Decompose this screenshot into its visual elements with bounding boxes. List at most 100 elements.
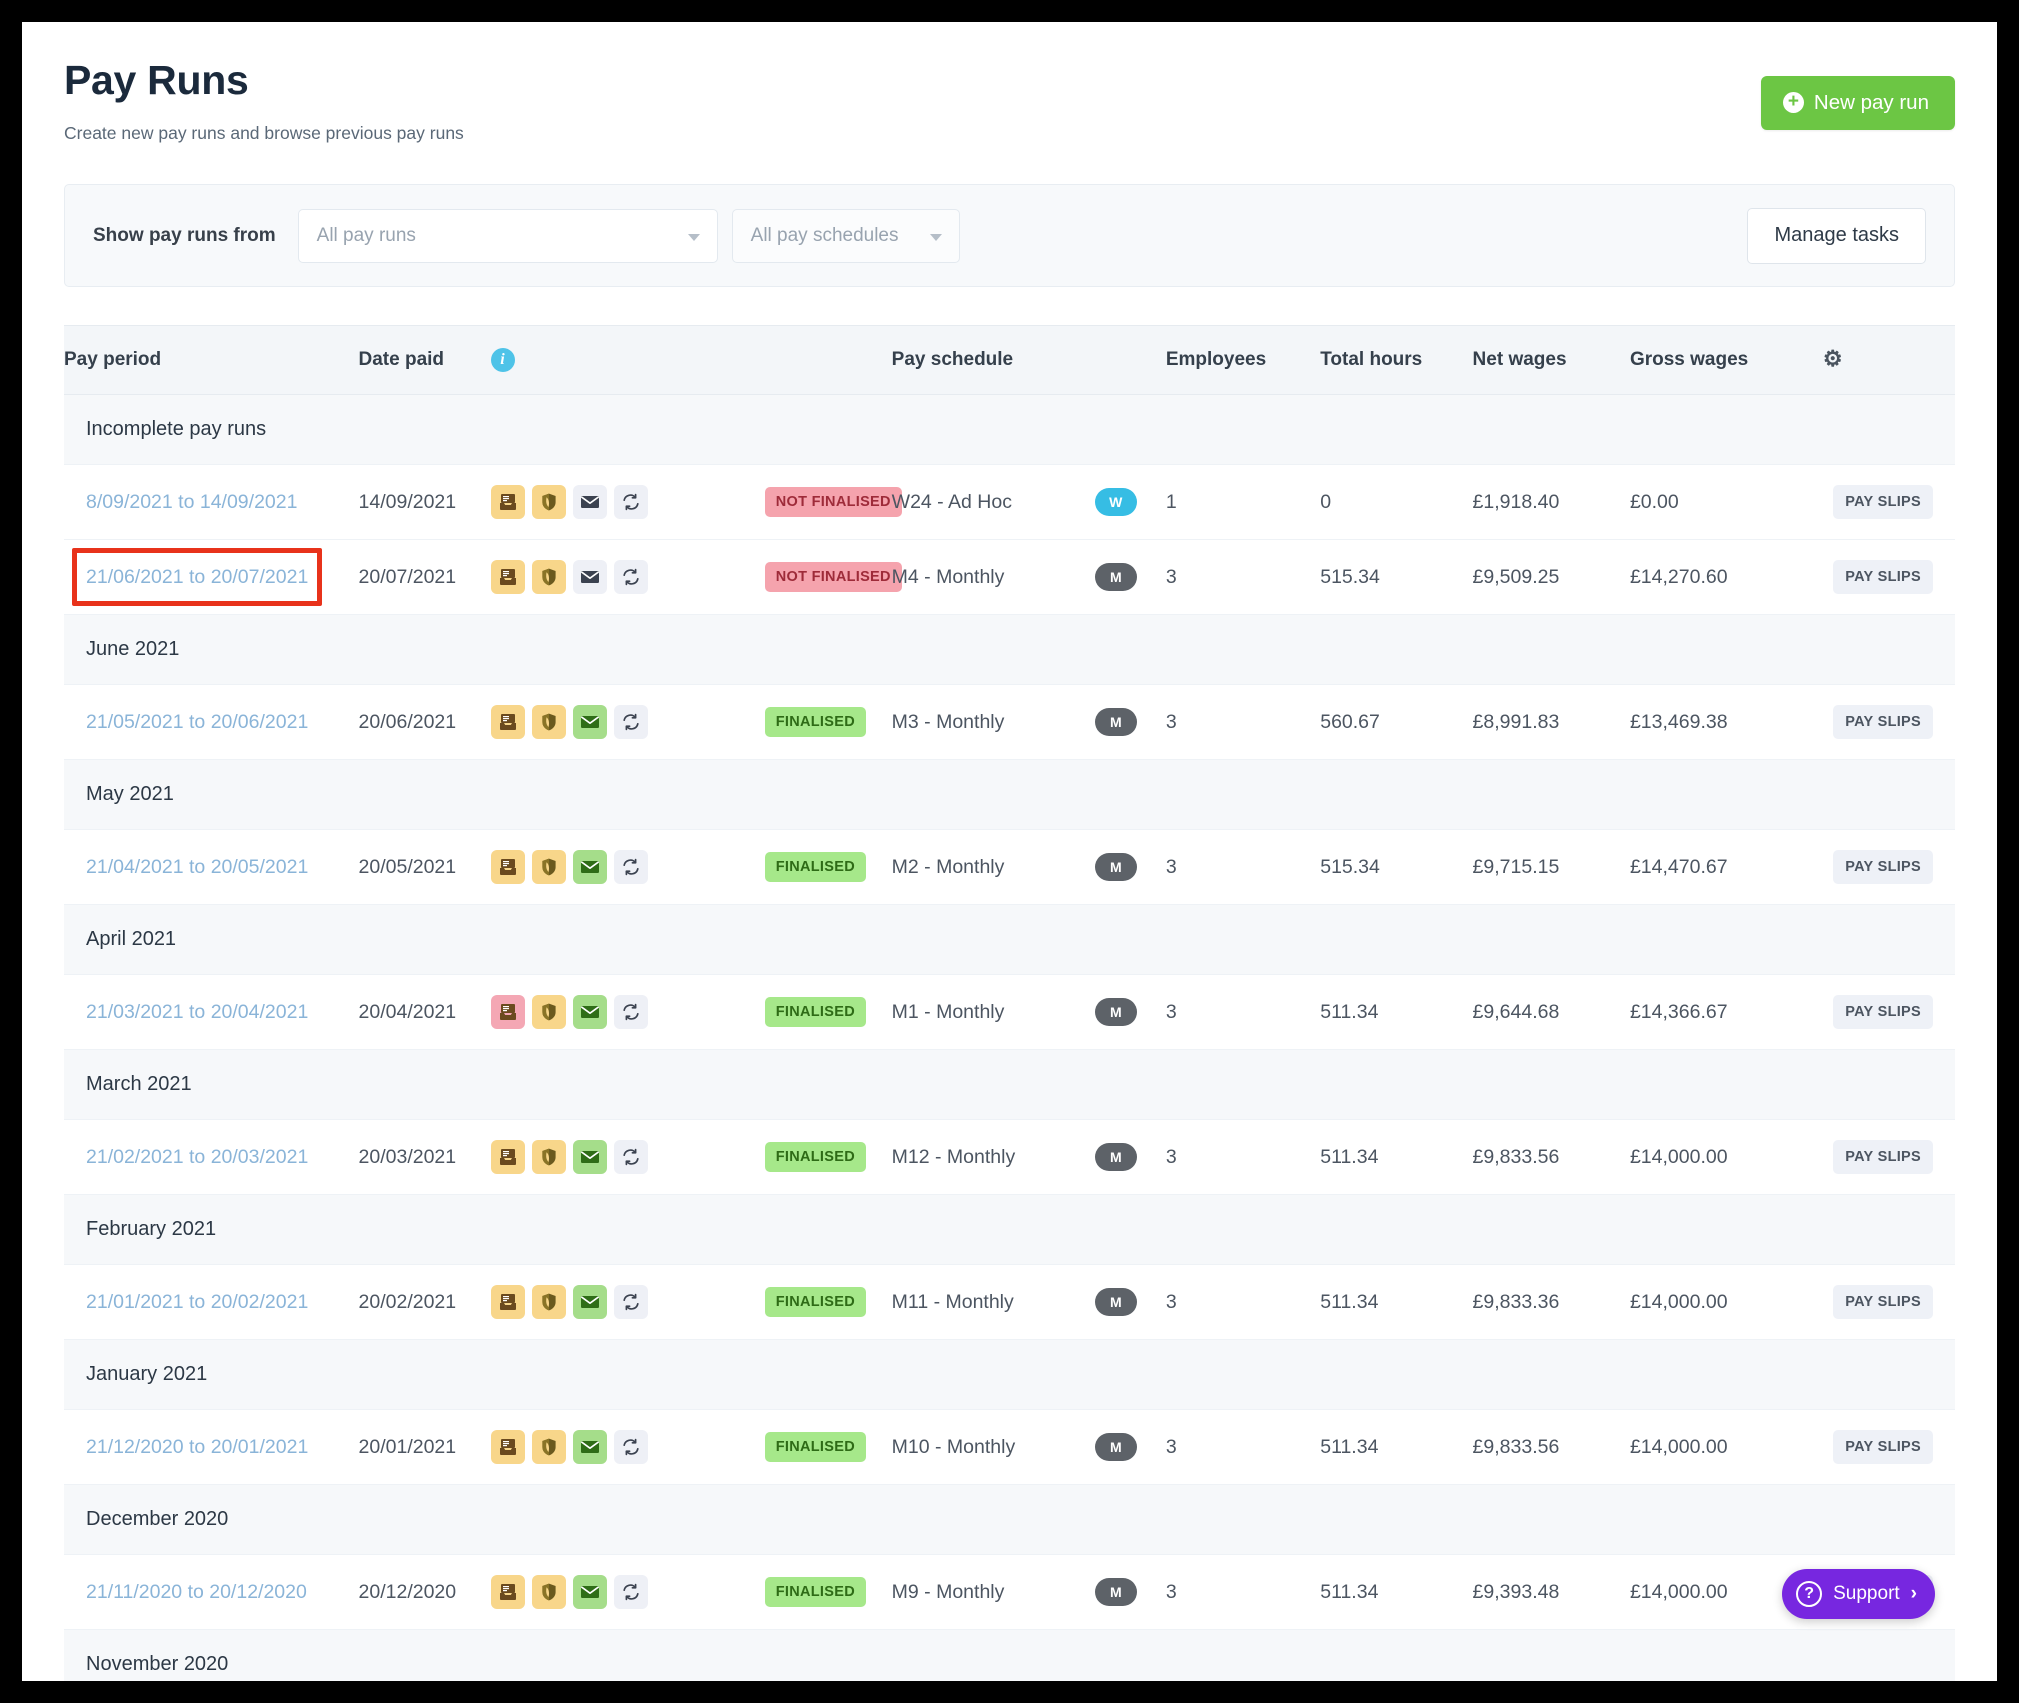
cell-pay-schedule: M2 - Monthly [892,830,1095,905]
pay-period-link[interactable]: 21/01/2021 to 20/02/2021 [86,1291,308,1313]
group-title: June 2021 [64,615,1955,685]
shield-amber-icon[interactable] [532,995,566,1029]
shield-amber-icon[interactable] [532,1575,566,1609]
pay-period-link[interactable]: 21/12/2020 to 20/01/2021 [86,1436,308,1458]
table-row[interactable]: 21/06/2021 to 20/07/202120/07/2021NOT FI… [64,540,1955,615]
manage-tasks-button[interactable]: Manage tasks [1747,208,1926,264]
shield-amber-icon[interactable] [532,1140,566,1174]
gear-icon[interactable]: ⚙ [1823,348,1843,370]
pay-slips-button[interactable]: PAY SLIPS [1833,850,1933,884]
table-row[interactable]: 21/03/2021 to 20/04/202120/04/2021FINALI… [64,975,1955,1050]
payslip-amber-icon[interactable] [491,1285,525,1319]
envelope-green-icon[interactable] [573,1430,607,1464]
envelope-green-icon[interactable] [573,995,607,1029]
shield-amber-icon[interactable] [532,850,566,884]
pay-runs-table: Pay period Date paid i Pay schedule Empl… [64,325,1955,1681]
pay-period-link[interactable]: 21/05/2021 to 20/06/2021 [86,711,308,733]
action-icon-group [491,705,765,739]
pay-slips-button[interactable]: PAY SLIPS [1833,560,1933,594]
cell-pay-period: 21/06/2021 to 20/07/2021 [64,540,359,615]
column-header-date-paid[interactable]: Date paid [359,326,491,395]
sync-grey-icon[interactable] [614,1285,648,1319]
column-header-pay-period[interactable]: Pay period [64,326,359,395]
column-header-employees[interactable]: Employees [1166,326,1320,395]
cell-gross-wages: £0.00 [1630,465,1823,540]
column-header-gross-wages[interactable]: Gross wages [1630,326,1823,395]
sync-grey-icon[interactable] [614,1575,648,1609]
pay-runs-select[interactable]: All pay runs [298,209,718,263]
payslip-amber-icon[interactable] [491,560,525,594]
payslip-pink-icon[interactable] [491,995,525,1029]
envelope-green-icon[interactable] [573,1140,607,1174]
pay-runs-page: Pay Runs Create new pay runs and browse … [22,22,1997,1681]
status-badge: FINALISED [765,1287,866,1317]
cell-date-paid: 20/12/2020 [359,1555,491,1630]
shield-amber-icon[interactable] [532,1430,566,1464]
pay-slips-button[interactable]: PAY SLIPS [1833,1140,1933,1174]
cell-status: FINALISED [765,1555,892,1630]
action-icon-group [491,1430,765,1464]
cell-pay-schedule: M12 - Monthly [892,1120,1095,1195]
pay-slips-button[interactable]: PAY SLIPS [1833,1430,1933,1464]
cell-status: FINALISED [765,1265,892,1340]
table-row[interactable]: 21/04/2021 to 20/05/202120/05/2021FINALI… [64,830,1955,905]
payslip-amber-icon[interactable] [491,705,525,739]
table-row[interactable]: 21/05/2021 to 20/06/202120/06/2021FINALI… [64,685,1955,760]
table-row[interactable]: 21/12/2020 to 20/01/202120/01/2021FINALI… [64,1410,1955,1485]
sync-grey-icon[interactable] [614,995,648,1029]
sync-grey-icon[interactable] [614,1430,648,1464]
pay-slips-button[interactable]: PAY SLIPS [1833,1285,1933,1319]
table-row[interactable]: 21/11/2020 to 20/12/2020 20/12/2020 FINALI… [64,1555,1955,1630]
payslip-amber-icon[interactable] [491,485,525,519]
info-icon[interactable]: i [491,348,515,372]
envelope-green-icon[interactable] [573,1285,607,1319]
action-icon-group [491,485,765,519]
table-row[interactable]: 8/09/2021 to 14/09/202114/09/2021NOT FIN… [64,465,1955,540]
table-row[interactable]: 21/01/2021 to 20/02/2021 20/02/2021 FINALI… [64,1265,1955,1340]
pay-period-link[interactable]: 21/06/2021 to 20/07/2021 [86,566,308,588]
column-header-pay-schedule[interactable]: Pay schedule [892,326,1095,395]
sync-grey-icon[interactable] [614,850,648,884]
cell-pay-schedule: W24 - Ad Hoc [892,465,1095,540]
sync-grey-icon[interactable] [614,485,648,519]
support-button[interactable]: ? Support › [1782,1569,1935,1619]
cell-gross-wages: £14,270.60 [1630,540,1823,615]
title-block: Pay Runs Create new pay runs and browse … [64,52,464,144]
payslip-amber-icon[interactable] [491,1430,525,1464]
pay-schedules-select[interactable]: All pay schedules [732,209,960,263]
cell-net-wages: £9,393.48 [1473,1555,1630,1630]
column-header-total-hours[interactable]: Total hours [1320,326,1472,395]
envelope-grey-icon[interactable] [573,560,607,594]
schedule-type-chip: M [1095,998,1137,1026]
shield-amber-icon[interactable] [532,705,566,739]
envelope-green-icon[interactable] [573,850,607,884]
sync-grey-icon[interactable] [614,705,648,739]
shield-amber-icon[interactable] [532,485,566,519]
cell-total-hours: 511.34 [1320,1265,1472,1340]
envelope-green-icon[interactable] [573,1575,607,1609]
shield-amber-icon[interactable] [532,560,566,594]
payslip-amber-icon[interactable] [491,1140,525,1174]
pay-period-link[interactable]: 21/03/2021 to 20/04/2021 [86,1001,308,1023]
pay-slips-button[interactable]: PAY SLIPS [1833,995,1933,1029]
cell-total-hours: 515.34 [1320,540,1472,615]
payslip-amber-icon[interactable] [491,850,525,884]
payslip-amber-icon[interactable] [491,1575,525,1609]
pay-slips-button[interactable]: PAY SLIPS [1833,705,1933,739]
new-pay-run-button[interactable]: New pay run [1761,76,1955,130]
pay-slips-button[interactable]: PAY SLIPS [1833,485,1933,519]
pay-period-link[interactable]: 21/04/2021 to 20/05/2021 [86,856,308,878]
column-header-status [765,326,892,395]
sync-grey-icon[interactable] [614,560,648,594]
action-icon-group [491,1140,765,1174]
cell-date-paid: 20/02/2021 [359,1265,491,1340]
column-header-net-wages[interactable]: Net wages [1473,326,1630,395]
table-row[interactable]: 21/02/2021 to 20/03/202120/03/2021FINALI… [64,1120,1955,1195]
envelope-grey-icon[interactable] [573,485,607,519]
envelope-green-icon[interactable] [573,705,607,739]
sync-grey-icon[interactable] [614,1140,648,1174]
pay-period-link[interactable]: 21/02/2021 to 20/03/2021 [86,1146,308,1168]
shield-amber-icon[interactable] [532,1285,566,1319]
pay-period-link[interactable]: 21/11/2020 to 20/12/2020 [86,1581,307,1603]
pay-period-link[interactable]: 8/09/2021 to 14/09/2021 [86,491,297,513]
